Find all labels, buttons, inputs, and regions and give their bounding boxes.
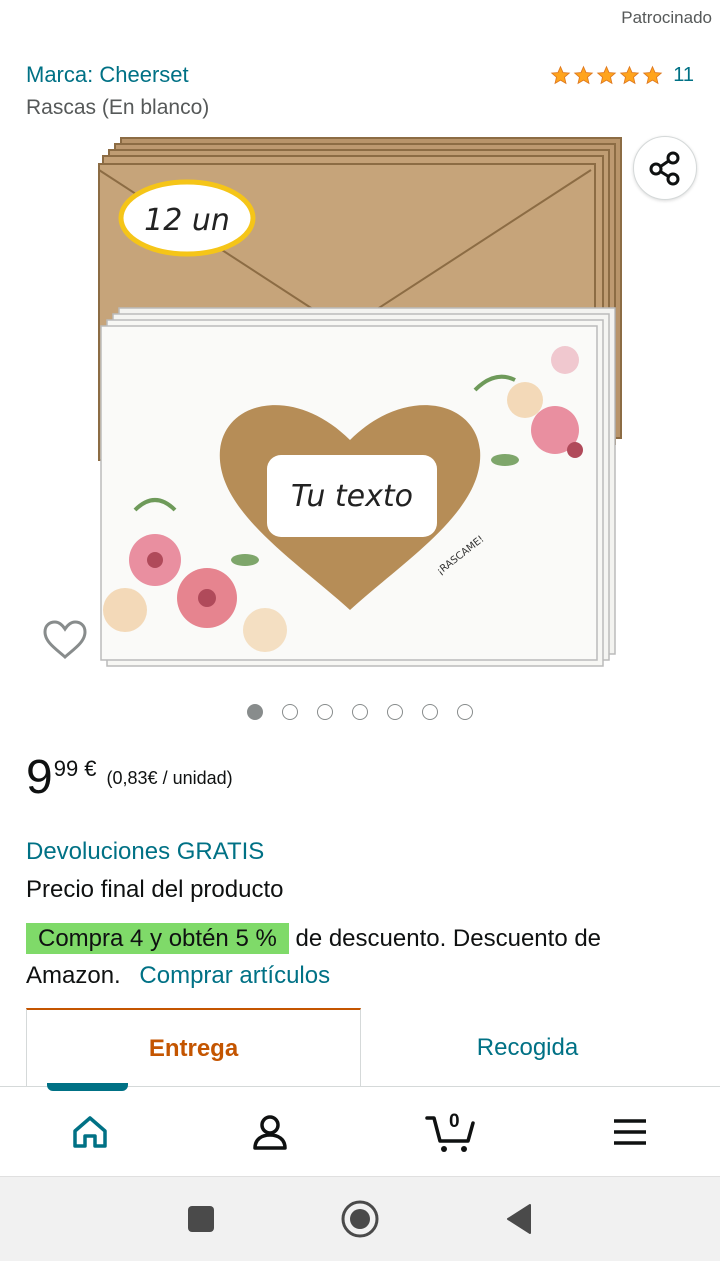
brand-row: Marca: Cheerset 11	[26, 62, 694, 92]
sponsored-label: Patrocinado	[621, 8, 712, 27]
free-returns-link[interactable]: Devoluciones GRATIS	[26, 838, 264, 866]
circle-home-icon	[341, 1200, 379, 1238]
promo-block: Compra 4 y obtén 5 % de descuento. Descu…	[26, 920, 700, 994]
account-icon	[253, 1114, 287, 1150]
nav-home[interactable]	[45, 1102, 135, 1162]
carousel-dot[interactable]	[317, 704, 333, 720]
nav-cart[interactable]: 0	[405, 1102, 495, 1162]
home-system-button[interactable]	[338, 1197, 382, 1241]
tab-pickup[interactable]: Recogida	[361, 1008, 694, 1088]
carousel-dot[interactable]	[387, 704, 403, 720]
shop-items-link[interactable]: Comprar artículos	[139, 962, 330, 989]
price: 9 99 € (0,83€ / unidad)	[26, 748, 233, 808]
star-icon	[619, 65, 640, 85]
carousel-dot[interactable]	[352, 704, 368, 720]
active-nav-indicator	[47, 1083, 128, 1091]
delivery-tabs: Entrega Recogida	[26, 1008, 694, 1088]
carousel-dot[interactable]	[422, 704, 438, 720]
share-button[interactable]	[633, 136, 697, 200]
nav-menu[interactable]	[585, 1102, 675, 1162]
system-nav-bar	[0, 1176, 720, 1261]
star-icon	[573, 65, 594, 85]
share-icon	[649, 151, 680, 186]
unit-price: (0,83€ / unidad)	[106, 768, 233, 788]
quantity-badge-text: 12 un	[144, 203, 230, 238]
promo-badge: Compra 4 y obtén 5 %	[26, 923, 289, 954]
heart-text: Tu texto	[291, 479, 413, 514]
back-triangle-icon	[507, 1204, 531, 1234]
recents-button[interactable]	[179, 1197, 223, 1241]
rating[interactable]: 11	[550, 64, 694, 87]
price-fraction: 99 €	[53, 756, 97, 781]
brand-link[interactable]: Marca: Cheerset	[26, 62, 189, 87]
menu-icon	[614, 1118, 646, 1145]
home-icon	[73, 1115, 107, 1148]
cart-count: 0	[449, 1110, 460, 1132]
rating-count: 11	[673, 64, 694, 86]
nav-account[interactable]	[225, 1102, 315, 1162]
image-carousel-dots[interactable]	[0, 704, 720, 720]
back-system-button[interactable]	[497, 1197, 541, 1241]
tab-delivery[interactable]: Entrega	[26, 1008, 361, 1088]
final-price-note: Precio final del producto	[26, 876, 284, 903]
wishlist-button[interactable]	[40, 618, 90, 662]
square-icon	[188, 1206, 214, 1232]
product-image[interactable]: Tu texto ¡RASCAME! 12 un	[95, 130, 635, 670]
star-icon	[596, 65, 617, 85]
bottom-nav: 0	[0, 1083, 720, 1176]
carousel-dot[interactable]	[247, 704, 263, 720]
product-format: Rascas (En blanco)	[26, 96, 210, 119]
price-whole: 9	[26, 751, 53, 804]
star-icon	[642, 65, 663, 85]
carousel-dot[interactable]	[282, 704, 298, 720]
heart-outline-icon	[43, 620, 87, 660]
carousel-dot[interactable]	[457, 704, 473, 720]
star-icon	[550, 65, 571, 85]
